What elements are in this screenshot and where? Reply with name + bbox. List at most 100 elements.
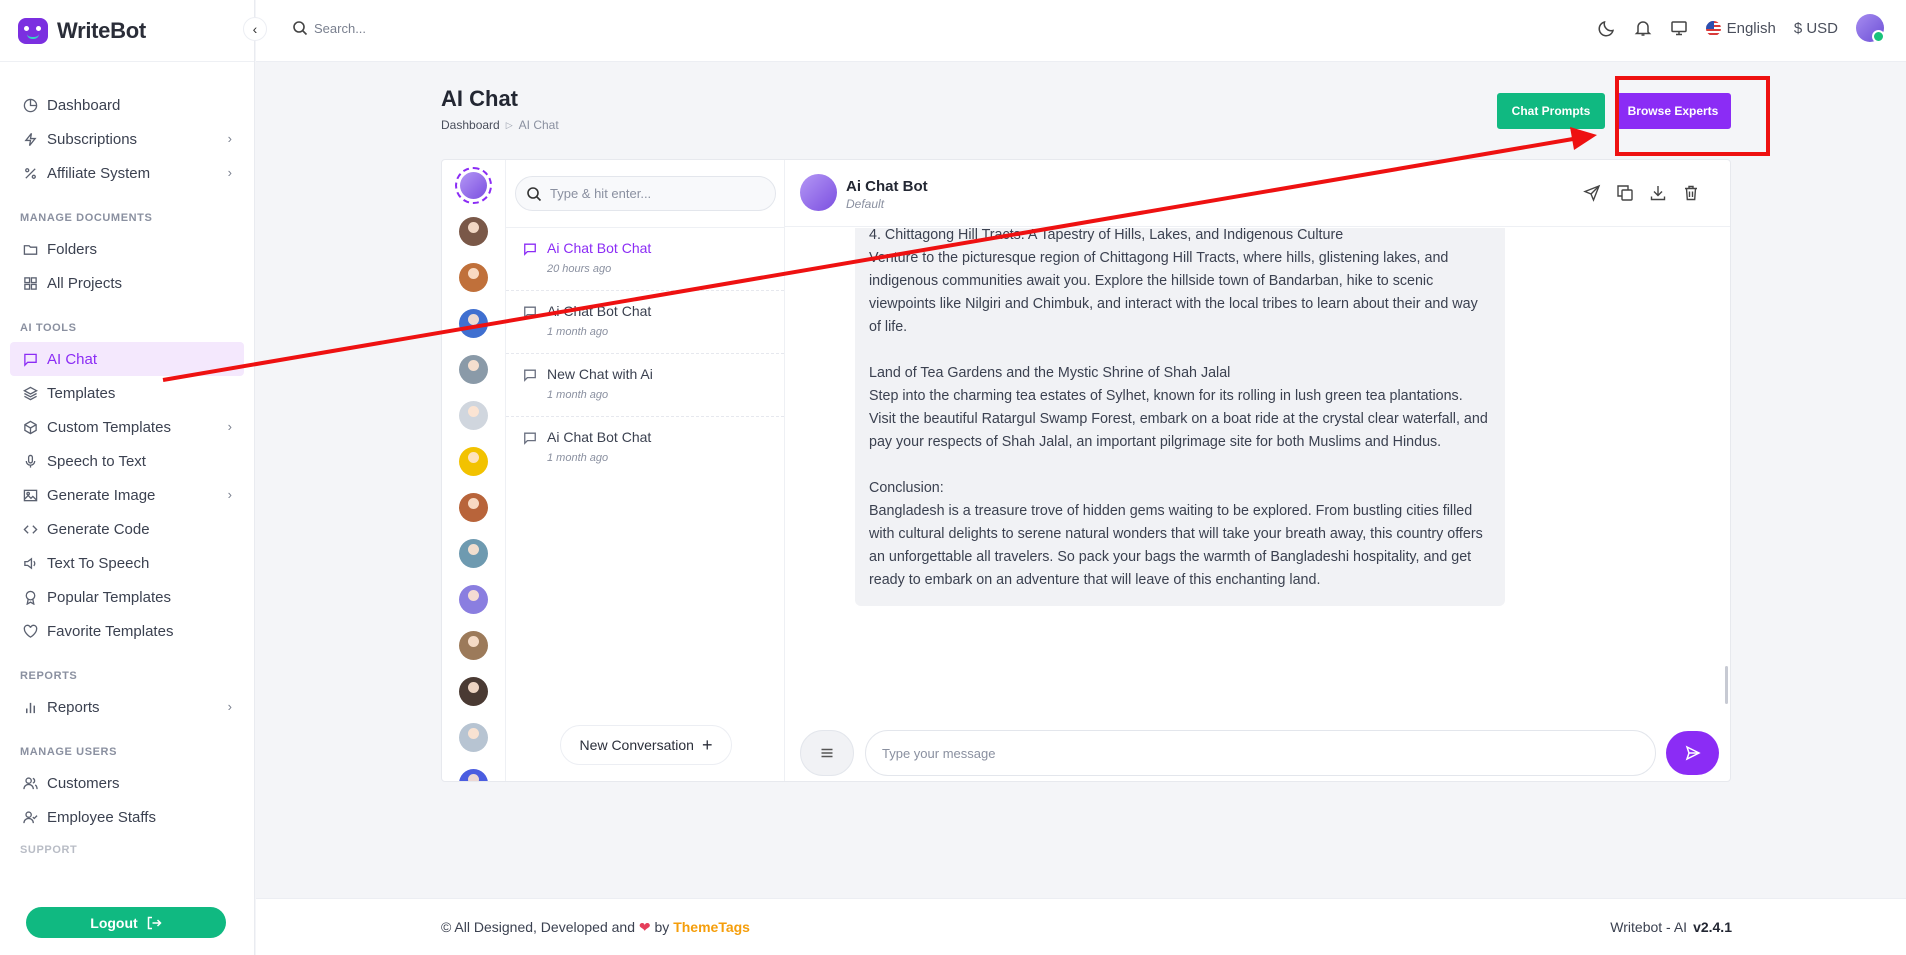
sidebar-item-favorite-templates[interactable]: Favorite Templates [10,614,244,648]
monitor-icon[interactable] [1670,19,1688,37]
expert-avatar[interactable] [459,263,488,292]
chat-icon [22,351,38,367]
sidebar-item-label: Reports [47,698,100,716]
prompt-menu-button[interactable] [800,730,854,776]
themetags-link[interactable]: ThemeTags [673,919,750,935]
sidebar-item-customers[interactable]: Customers [10,766,244,800]
expert-avatar[interactable] [459,355,488,384]
conversation-item[interactable]: Ai Chat Bot Chat 20 hours ago [506,228,784,291]
bell-icon[interactable] [1634,19,1652,37]
bot-avatar [800,174,837,211]
sidebar-item-label: Custom Templates [47,418,171,436]
expert-avatar[interactable] [459,217,488,246]
download-icon[interactable] [1649,184,1667,202]
sidebar-item-folders[interactable]: Folders [10,232,244,266]
message-input[interactable]: Type your message [865,730,1656,776]
sidebar-item-generate-image[interactable]: Generate Image › [10,478,244,512]
code-icon [22,521,38,537]
message-composer: Type your message [785,718,1730,781]
expert-avatar[interactable] [459,723,488,752]
chevron-right-icon: › [227,699,232,714]
expert-avatar[interactable] [459,493,488,522]
sidebar-item-popular-templates[interactable]: Popular Templates [10,580,244,614]
sidebar-item-speech-to-text[interactable]: Speech to Text [10,444,244,478]
expert-avatar[interactable] [459,585,488,614]
conversation-item[interactable]: New Chat with Ai 1 month ago [506,354,784,417]
conversation-search-placeholder: Type & hit enter... [550,186,652,201]
speaker-icon [22,555,38,571]
conversation-title: New Chat with Ai [547,366,653,382]
bot-subtitle: Default [846,197,885,211]
sidebar-item-generate-code[interactable]: Generate Code [10,512,244,546]
copy-icon[interactable] [1616,184,1634,202]
heart-icon [22,623,38,639]
scrollbar-thumb[interactable] [1725,666,1728,704]
language-selector[interactable]: English [1705,20,1776,37]
sidebar-item-dashboard[interactable]: Dashboard [10,88,244,122]
trash-icon[interactable] [1682,184,1700,202]
sidebar-item-label: Subscriptions [47,130,138,148]
sidebar-item-text-to-speech[interactable]: Text To Speech [10,546,244,580]
sidebar-item-employee-staffs[interactable]: Employee Staffs [10,800,244,834]
sidebar-item-label: Folders [47,240,98,258]
chat-header-actions [1583,184,1700,202]
sidebar-item-reports[interactable]: Reports › [10,690,244,724]
footer-by: by [654,919,670,935]
sidebar-item-ai-chat[interactable]: AI Chat [10,342,244,376]
sidebar-item-custom-templates[interactable]: Custom Templates › [10,410,244,444]
expert-avatar[interactable] [459,447,488,476]
sidebar: WriteBot Dashboard Subscriptions › Affil… [0,0,255,955]
brand[interactable]: WriteBot [0,0,254,62]
message-input-placeholder: Type your message [882,745,996,761]
expert-avatar[interactable] [459,631,488,660]
cube-icon [22,419,38,435]
search-input[interactable]: Search... [292,20,366,36]
chat-card: Type & hit enter... Ai Chat Bot Chat 20 … [441,159,1731,782]
send-icon[interactable] [1583,184,1601,202]
section-manage-users: MANAGE USERS [20,746,118,758]
moon-icon[interactable] [1598,19,1616,37]
breadcrumb-separator-icon: ▷ [505,119,513,130]
chat-prompts-button[interactable]: Chat Prompts [1497,93,1605,129]
expert-avatar[interactable] [459,401,488,430]
bar-chart-icon [22,699,38,715]
conversation-search-input[interactable]: Type & hit enter... [515,176,776,211]
sidebar-collapse-button[interactable]: ‹ [243,17,267,41]
sidebar-item-affiliate[interactable]: Affiliate System › [10,156,244,190]
currency-selector[interactable]: $ USD [1794,20,1838,37]
message-paragraph: Conclusion: Bangladesh is a treasure tro… [869,480,1483,588]
expert-avatar[interactable] [459,677,488,706]
conversation-item[interactable]: Ai Chat Bot Chat 1 month ago [506,291,784,354]
logout-button[interactable]: Logout [26,907,226,938]
expert-avatar-selected[interactable] [455,167,492,204]
conversation-item[interactable]: Ai Chat Bot Chat 1 month ago [506,417,784,480]
expert-avatar[interactable] [459,309,488,338]
topbar-actions: English $ USD [1598,14,1885,43]
footer-app-name: Writebot - AI [1610,919,1688,935]
annotation-highlight-box [1615,76,1770,156]
new-conversation-label: New Conversation [579,737,694,753]
conversation-list: Ai Chat Bot Chat 20 hours ago Ai Chat Bo… [506,227,784,480]
section-ai-tools: AI TOOLS [20,322,77,334]
new-conversation-button[interactable]: New Conversation + [560,725,732,765]
send-message-button[interactable] [1666,731,1719,775]
sidebar-item-subscriptions[interactable]: Subscriptions › [10,122,244,156]
chevron-right-icon: › [227,487,232,502]
sidebar-item-all-projects[interactable]: All Projects [10,266,244,300]
conversation-title: Ai Chat Bot Chat [547,429,652,445]
footer-credits: © All Designed, Developed and ❤ by Theme… [441,919,750,936]
plus-icon: + [701,735,713,755]
expert-avatar[interactable] [459,539,488,568]
section-support: SUPPORT [20,844,78,856]
user-avatar[interactable] [1856,14,1885,43]
grid-icon [22,275,38,291]
user-check-icon [22,809,38,825]
conversation-time: 1 month ago [547,452,609,464]
menu-icon [821,748,833,758]
expert-avatar[interactable] [459,769,488,781]
breadcrumb-root[interactable]: Dashboard [441,118,500,132]
logout-label: Logout [90,914,138,931]
sidebar-item-templates[interactable]: Templates [10,376,244,410]
conversation-time: 1 month ago [547,326,609,338]
conversation-time: 1 month ago [547,389,609,401]
